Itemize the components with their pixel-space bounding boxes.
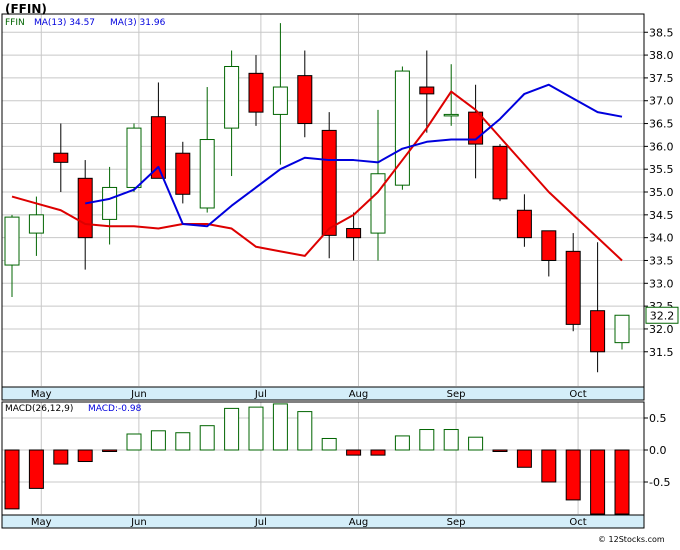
price-tick-label: 33.0 (649, 277, 674, 290)
candle-body (370, 173, 386, 234)
macd-bar (102, 449, 118, 452)
macd-bar (248, 406, 264, 451)
price-month-label: Jun (130, 389, 147, 400)
macd-month-label: Aug (349, 517, 369, 528)
macd-bar (272, 403, 288, 451)
macd-bar (28, 449, 44, 489)
macd-bar (346, 449, 362, 456)
price-tick-label: 36.5 (649, 118, 674, 131)
candle-body (126, 127, 142, 188)
price-tick-label: 35.0 (649, 186, 674, 199)
macd-bar (443, 429, 459, 451)
price-tick-label: 37.5 (649, 72, 674, 85)
price-tick-label: 32.0 (649, 323, 674, 336)
candle-body (53, 152, 69, 163)
candle-body (443, 113, 459, 117)
chart-canvas: 31.5 32.0 32.5 33.0 33.5 34.0 34.5 35.0 35.5 36.0… (0, 0, 680, 546)
candle-body (102, 186, 118, 220)
macd-date-axis-band (2, 515, 644, 528)
price-tick-label: 34.5 (649, 209, 674, 222)
chart-title: (FFIN) (5, 2, 47, 16)
candle-body (175, 152, 191, 195)
candle-body (492, 145, 508, 200)
candle-body (297, 75, 313, 125)
macd-bar (224, 407, 240, 451)
macd-bar (419, 429, 435, 451)
price-month-label: Oct (569, 389, 586, 400)
candle-body (4, 216, 20, 266)
macd-bar (590, 449, 606, 515)
macd-tick-label: -0.5 (649, 476, 670, 489)
stock-chart-svg: 31.532.032.533.033.534.034.535.035.536.0… (0, 0, 680, 546)
candle-body (199, 139, 215, 209)
macd-bar (297, 411, 313, 451)
candle-body (541, 230, 557, 261)
price-tick-label: 38.5 (649, 26, 674, 39)
macd-month-label: Oct (569, 517, 586, 528)
candle-body (321, 129, 337, 236)
macd-legend-name: MACD(26,12,9) (5, 404, 73, 414)
candle (394, 66, 410, 190)
macd-bar (150, 430, 166, 451)
macd-tick-label: 0.0 (649, 444, 667, 457)
macd-bar (4, 449, 20, 510)
macd-bar (394, 435, 410, 451)
candle-body (346, 228, 362, 239)
legend-ma3: MA(3) 31.96 (110, 18, 166, 28)
legend-ma13: MA(13) 34.57 (34, 18, 95, 28)
price-tick-label: 35.5 (649, 163, 674, 176)
candle-body (28, 214, 44, 234)
candle-body (565, 250, 581, 325)
price-month-label: Aug (349, 389, 369, 400)
candle-body (77, 177, 93, 239)
macd-bar (53, 449, 69, 465)
candle (126, 123, 142, 193)
macd-bar (370, 449, 386, 456)
price-date-axis-band (2, 387, 644, 400)
price-tick-label: 34.0 (649, 232, 674, 245)
macd-month-label: Jun (130, 517, 147, 528)
last-price-label: 32.2 (650, 309, 675, 322)
price-month-label: May (31, 389, 52, 400)
macd-legend-value: MACD:-0.98 (88, 404, 142, 414)
price-tick-label: 38.0 (649, 49, 674, 62)
macd-bar (565, 449, 581, 501)
candle-body (272, 86, 288, 115)
candle-body (614, 314, 630, 344)
macd-bar (468, 436, 484, 451)
candle-body (516, 209, 532, 239)
macd-bar (614, 449, 630, 515)
macd-month-label: May (31, 517, 52, 528)
macd-bar (126, 433, 142, 451)
macd-bar (492, 449, 508, 452)
macd-month-label: Jul (254, 517, 267, 528)
macd-bar (77, 449, 93, 463)
price-tick-label: 37.0 (649, 95, 674, 108)
legend-ticker: FFIN (5, 18, 25, 28)
price-tick-label: 36.0 (649, 140, 674, 153)
macd-bar (199, 425, 215, 451)
macd-bar (321, 437, 337, 451)
candle (492, 144, 508, 202)
macd-bar (541, 449, 557, 483)
watermark: © 12Stocks.com (598, 535, 665, 544)
price-month-label: Sep (447, 389, 466, 400)
macd-bar (516, 449, 532, 468)
macd-tick-label: 0.5 (649, 412, 667, 425)
macd-bar (175, 432, 191, 451)
candle-body (248, 72, 264, 113)
price-tick-label: 31.5 (649, 346, 674, 359)
macd-month-label: Sep (447, 517, 466, 528)
candle-body (590, 310, 606, 353)
price-tick-label: 33.5 (649, 254, 674, 267)
candle-body (419, 86, 435, 95)
price-month-label: Jul (254, 389, 267, 400)
candle-body (224, 65, 240, 129)
